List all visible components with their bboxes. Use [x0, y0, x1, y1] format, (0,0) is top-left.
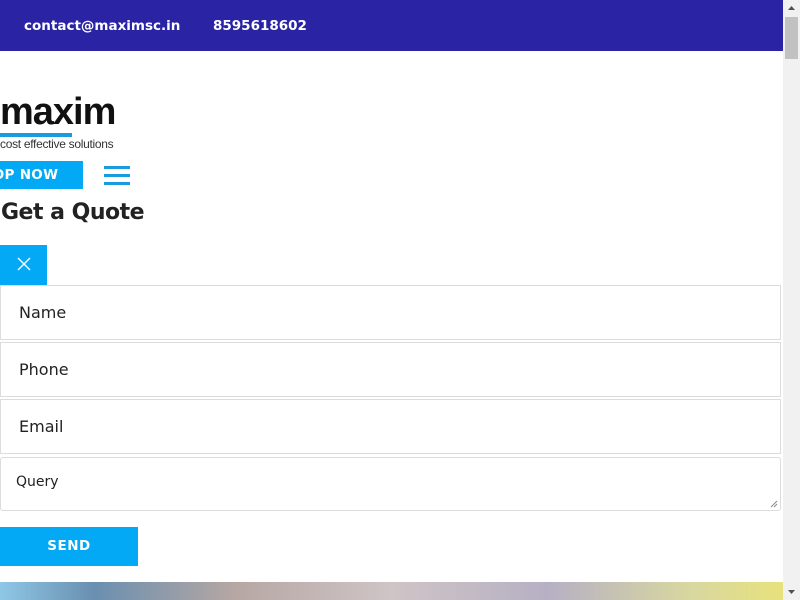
resize-grip-icon[interactable]: [770, 500, 778, 508]
close-icon: [17, 257, 31, 271]
scroll-down-arrow-icon[interactable]: [783, 583, 800, 600]
hamburger-line: [104, 174, 130, 177]
email-field[interactable]: Email: [0, 399, 781, 454]
close-form-button[interactable]: [0, 245, 47, 285]
top-contact-bar: contact@maximsc.in 8595618602: [0, 0, 783, 51]
scroll-up-arrow-icon[interactable]: [783, 0, 800, 17]
site-logo[interactable]: maxim cost effective solutions: [0, 92, 130, 152]
contact-email-link[interactable]: contact@maximsc.in: [24, 17, 180, 35]
query-textarea[interactable]: Query: [0, 457, 781, 511]
contact-phone-link[interactable]: 8595618602: [213, 17, 307, 35]
hero-banner-image: [0, 582, 783, 600]
shop-now-button[interactable]: OP NOW: [0, 161, 83, 189]
page-viewport: contact@maximsc.in 8595618602 maxim cost…: [0, 0, 783, 600]
name-field[interactable]: Name: [0, 285, 781, 340]
hamburger-line: [104, 182, 130, 185]
scrollbar-thumb[interactable]: [785, 17, 798, 59]
vertical-scrollbar[interactable]: [783, 0, 800, 600]
logo-tagline: cost effective solutions: [0, 137, 114, 151]
hamburger-menu-icon[interactable]: [104, 166, 130, 186]
hamburger-line: [104, 166, 130, 169]
logo-wordmark: maxim: [0, 91, 116, 133]
name-placeholder: Name: [19, 303, 67, 322]
email-placeholder: Email: [19, 417, 64, 436]
query-placeholder: Query: [16, 474, 59, 490]
send-button[interactable]: SEND: [0, 527, 138, 566]
phone-placeholder: Phone: [19, 360, 69, 379]
phone-field[interactable]: Phone: [0, 342, 781, 397]
form-title: Get a Quote: [1, 200, 145, 225]
